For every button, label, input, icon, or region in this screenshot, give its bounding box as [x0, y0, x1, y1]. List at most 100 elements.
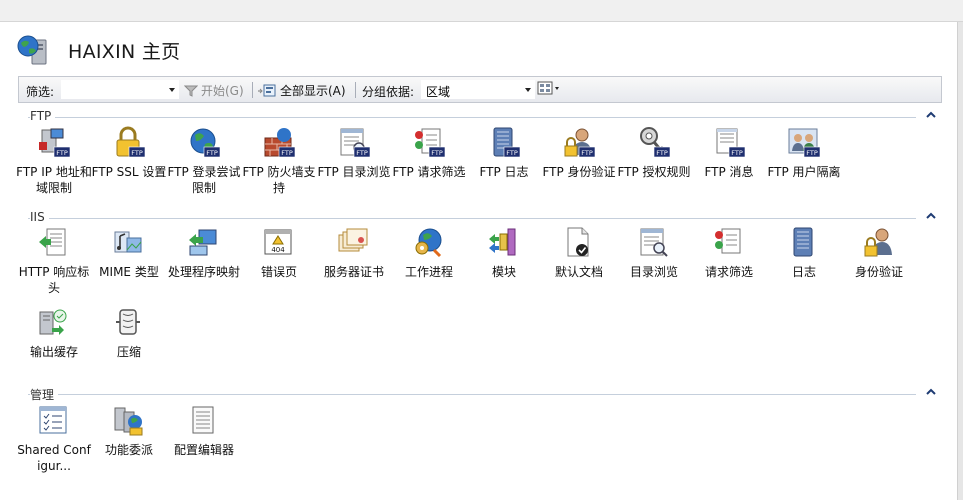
- group-header-1[interactable]: IIS: [18, 208, 942, 226]
- feature-tile[interactable]: FTP FTP 防火墙支持: [241, 126, 317, 196]
- feature-label: FTP 用户隔离: [767, 165, 841, 179]
- feature-label: FTP 目录浏览: [317, 165, 391, 179]
- feature-label: 输出缓存: [29, 345, 78, 359]
- feature-tile[interactable]: 日志: [766, 226, 842, 280]
- feature-label: FTP 防火墙支持: [242, 165, 316, 195]
- feature-tile[interactable]: MIME 类型: [91, 226, 167, 280]
- logging-icon: [793, 227, 813, 257]
- feature-label: 请求筛选: [704, 265, 753, 279]
- feature-label: FTP 请求筛选: [392, 165, 466, 179]
- feature-label: FTP 身份验证: [542, 165, 616, 179]
- group-title: IIS: [30, 210, 49, 224]
- feature-label: 压缩: [116, 345, 141, 359]
- feature-tile[interactable]: FTP FTP 用户隔离: [766, 126, 842, 180]
- feature-tile[interactable]: 服务器证书: [316, 226, 392, 280]
- view-mode-button[interactable]: [537, 81, 561, 95]
- feature-tile[interactable]: 404 错误页: [241, 226, 317, 280]
- error-pages-404-icon: 404: [264, 229, 292, 255]
- feature-label: 目录浏览: [629, 265, 678, 279]
- svg-text:FTP: FTP: [581, 149, 593, 157]
- feature-label: 错误页: [260, 265, 297, 279]
- feature-label: 功能委派: [104, 443, 153, 457]
- svg-text:404: 404: [271, 246, 285, 254]
- ftp-firewall-icon: FTP: [264, 128, 296, 158]
- feature-tile[interactable]: 压缩: [91, 306, 167, 360]
- go-button[interactable]: 开始(G): [184, 82, 244, 99]
- view-grid-icon: [537, 81, 559, 95]
- http-response-headers-icon: [39, 228, 66, 256]
- feature-tile[interactable]: 请求筛选: [691, 226, 767, 280]
- group-header-2[interactable]: 管理: [18, 384, 942, 403]
- feature-tile[interactable]: FTP FTP 日志: [466, 126, 542, 180]
- feature-tile[interactable]: 身份验证: [841, 226, 917, 280]
- feature-tile[interactable]: 输出缓存: [16, 306, 92, 360]
- feature-tile[interactable]: FTP FTP 请求筛选: [391, 126, 467, 180]
- collapse-chevron-icon[interactable]: [926, 388, 936, 396]
- feature-tile[interactable]: FTP FTP 身份验证: [541, 126, 617, 180]
- chevron-down-icon: [525, 88, 531, 92]
- ftp-user-isolation-icon: FTP: [788, 128, 821, 158]
- feature-tile[interactable]: FTP FTP 登录尝试限制: [166, 126, 242, 196]
- filter-input[interactable]: [61, 80, 179, 99]
- funnel-icon: [184, 85, 198, 97]
- group-title: 管理: [30, 386, 59, 403]
- feature-label: FTP 日志: [479, 165, 529, 179]
- ftp-authentication-icon: FTP: [564, 128, 596, 158]
- show-all-button[interactable]: 全部显示(A): [257, 82, 346, 99]
- ftp-directory-browse-icon: FTP: [340, 128, 371, 158]
- toolbar-separator: [355, 82, 356, 98]
- filter-toolbar: 筛选: 开始(G) 全部显示(A) 分组依据: 区域: [18, 76, 942, 103]
- feature-label: 身份验证: [854, 265, 903, 279]
- svg-text:FTP: FTP: [356, 149, 368, 157]
- group-by-select[interactable]: 区域: [421, 80, 535, 99]
- group-divider: [28, 117, 916, 118]
- toolbar-separator: [252, 82, 253, 98]
- collapse-chevron-icon[interactable]: [926, 212, 936, 220]
- features-pane: FTP FTP FTP IP 地址和域限制 FTP FTP SSL 设置 FTP FTP 登…: [16, 104, 946, 500]
- compression-icon: [116, 309, 140, 335]
- vertical-scrollbar[interactable]: [957, 22, 963, 500]
- feature-tile[interactable]: FTP FTP 授权规则: [616, 126, 692, 180]
- feature-label: 处理程序映射: [167, 265, 240, 279]
- feature-tile[interactable]: HTTP 响应标头: [16, 226, 92, 296]
- feature-tile[interactable]: 处理程序映射: [166, 226, 242, 280]
- feature-label: Shared Configur...: [17, 443, 91, 473]
- server-globe-icon: [17, 35, 47, 65]
- page-title: HAIXIN 主页: [68, 41, 181, 63]
- feature-tile[interactable]: 功能委派: [91, 404, 167, 458]
- ftp-ssl-lock-icon: FTP: [116, 126, 146, 158]
- feature-tile[interactable]: 工作进程: [391, 226, 467, 280]
- feature-tile[interactable]: FTP FTP 消息: [691, 126, 767, 180]
- ftp-authorization-key-icon: FTP: [640, 127, 671, 158]
- feature-tile[interactable]: 默认文档: [541, 226, 617, 280]
- authentication-icon: [864, 228, 892, 257]
- request-filtering-icon: [715, 228, 741, 254]
- feature-tile[interactable]: FTP FTP IP 地址和域限制: [16, 126, 92, 196]
- feature-label: 工作进程: [404, 265, 453, 279]
- svg-text:FTP: FTP: [56, 149, 68, 157]
- feature-tile[interactable]: 配置编辑器: [166, 404, 242, 458]
- feature-tile[interactable]: FTP FTP 目录浏览: [316, 126, 392, 180]
- feature-label: FTP SSL 设置: [91, 165, 167, 179]
- worker-processes-icon: [415, 228, 442, 258]
- page-header: HAIXIN 主页: [0, 22, 956, 74]
- collapse-chevron-icon[interactable]: [926, 111, 936, 119]
- feature-label: FTP 登录尝试限制: [167, 165, 241, 195]
- feature-label: 日志: [791, 265, 816, 279]
- feature-tile[interactable]: Shared Configur...: [16, 404, 92, 474]
- svg-text:FTP: FTP: [656, 149, 668, 157]
- feature-tile[interactable]: 目录浏览: [616, 226, 692, 280]
- server-certificates-icon: [338, 228, 368, 252]
- feature-label: FTP IP 地址和域限制: [16, 165, 92, 195]
- feature-delegation-icon: [114, 407, 143, 436]
- window-top-strip: [0, 0, 963, 22]
- group-header-0[interactable]: FTP: [18, 107, 942, 125]
- group-by-label: 分组依据:: [362, 85, 415, 99]
- feature-tile[interactable]: FTP FTP SSL 设置: [91, 126, 167, 180]
- group-divider: [28, 394, 916, 395]
- feature-label: MIME 类型: [99, 265, 159, 279]
- ftp-request-filter-icon: FTP: [415, 128, 446, 158]
- svg-text:FTP: FTP: [731, 149, 743, 157]
- show-all-icon: [258, 84, 276, 96]
- feature-tile[interactable]: 模块: [466, 226, 542, 280]
